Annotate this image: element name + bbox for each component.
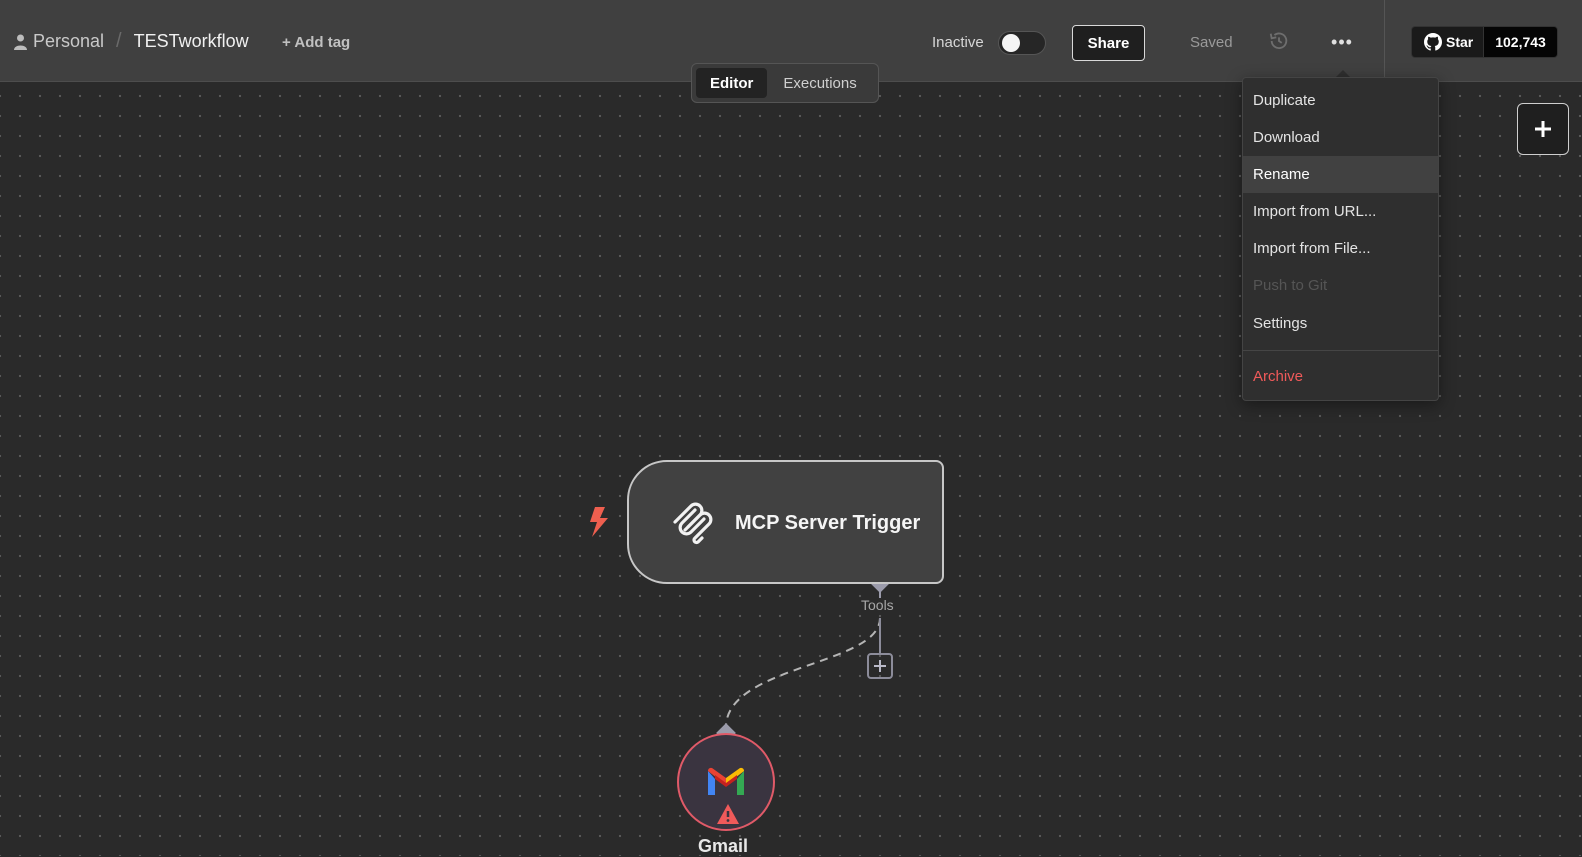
active-status-label: Inactive (932, 34, 984, 51)
breadcrumb-separator: / (116, 30, 122, 52)
add-tag-button[interactable]: + Add tag (282, 34, 350, 51)
tools-connection-label: Tools (861, 597, 894, 613)
trigger-bolt-icon (590, 507, 608, 537)
github-star-widget[interactable]: Star 102,743 (1411, 26, 1558, 58)
gmail-icon (707, 767, 745, 795)
history-icon[interactable] (1268, 30, 1290, 52)
saved-status: Saved (1190, 34, 1233, 51)
menu-item-push-to-git: Push to Git (1253, 277, 1328, 294)
menu-item-import-url[interactable]: Import from URL... (1243, 193, 1438, 230)
active-toggle[interactable] (998, 31, 1046, 55)
toggle-knob (1002, 34, 1020, 52)
mcp-server-trigger-node[interactable]: MCP Server Trigger (627, 460, 944, 584)
workflow-title[interactable]: TESTworkflow (134, 31, 249, 52)
menu-item-rename[interactable]: Rename (1243, 156, 1438, 193)
gmail-node-label: Gmail (698, 836, 749, 856)
github-icon (1424, 33, 1442, 51)
menu-item-import-file[interactable]: Import from File... (1243, 230, 1438, 267)
plus-icon (874, 660, 886, 672)
more-options-button[interactable]: ••• (1328, 30, 1356, 54)
mcp-icon (673, 502, 713, 545)
header-divider (1384, 0, 1385, 82)
tab-editor[interactable]: Editor (696, 68, 768, 98)
view-tabs: Editor Executions (691, 63, 879, 103)
workflow-options-menu: Duplicate Download Rename Import from UR… (1242, 77, 1439, 401)
menu-item-download[interactable]: Download (1243, 119, 1438, 156)
plus-icon (1535, 121, 1551, 137)
menu-item-archive[interactable]: Archive (1243, 358, 1438, 395)
share-button[interactable]: Share (1072, 25, 1145, 61)
menu-item-settings[interactable]: Settings (1243, 305, 1438, 342)
project-name: Personal (33, 31, 105, 51)
tab-executions[interactable]: Executions (769, 68, 870, 98)
add-node-button[interactable] (1517, 103, 1569, 155)
github-star-button[interactable]: Star (1411, 26, 1484, 58)
github-star-label: Star (1446, 34, 1474, 50)
trigger-node-label: MCP Server Trigger (735, 512, 921, 534)
github-star-count[interactable]: 102,743 (1483, 26, 1558, 58)
user-icon (14, 34, 27, 50)
breadcrumb: Personal / TESTworkflow (14, 30, 249, 53)
gmail-node[interactable] (677, 733, 775, 831)
warning-icon (717, 804, 739, 824)
breadcrumb-project[interactable]: Personal (14, 31, 104, 52)
add-tool-button[interactable] (867, 653, 893, 679)
menu-divider (1243, 350, 1438, 351)
menu-item-duplicate[interactable]: Duplicate (1243, 82, 1438, 119)
